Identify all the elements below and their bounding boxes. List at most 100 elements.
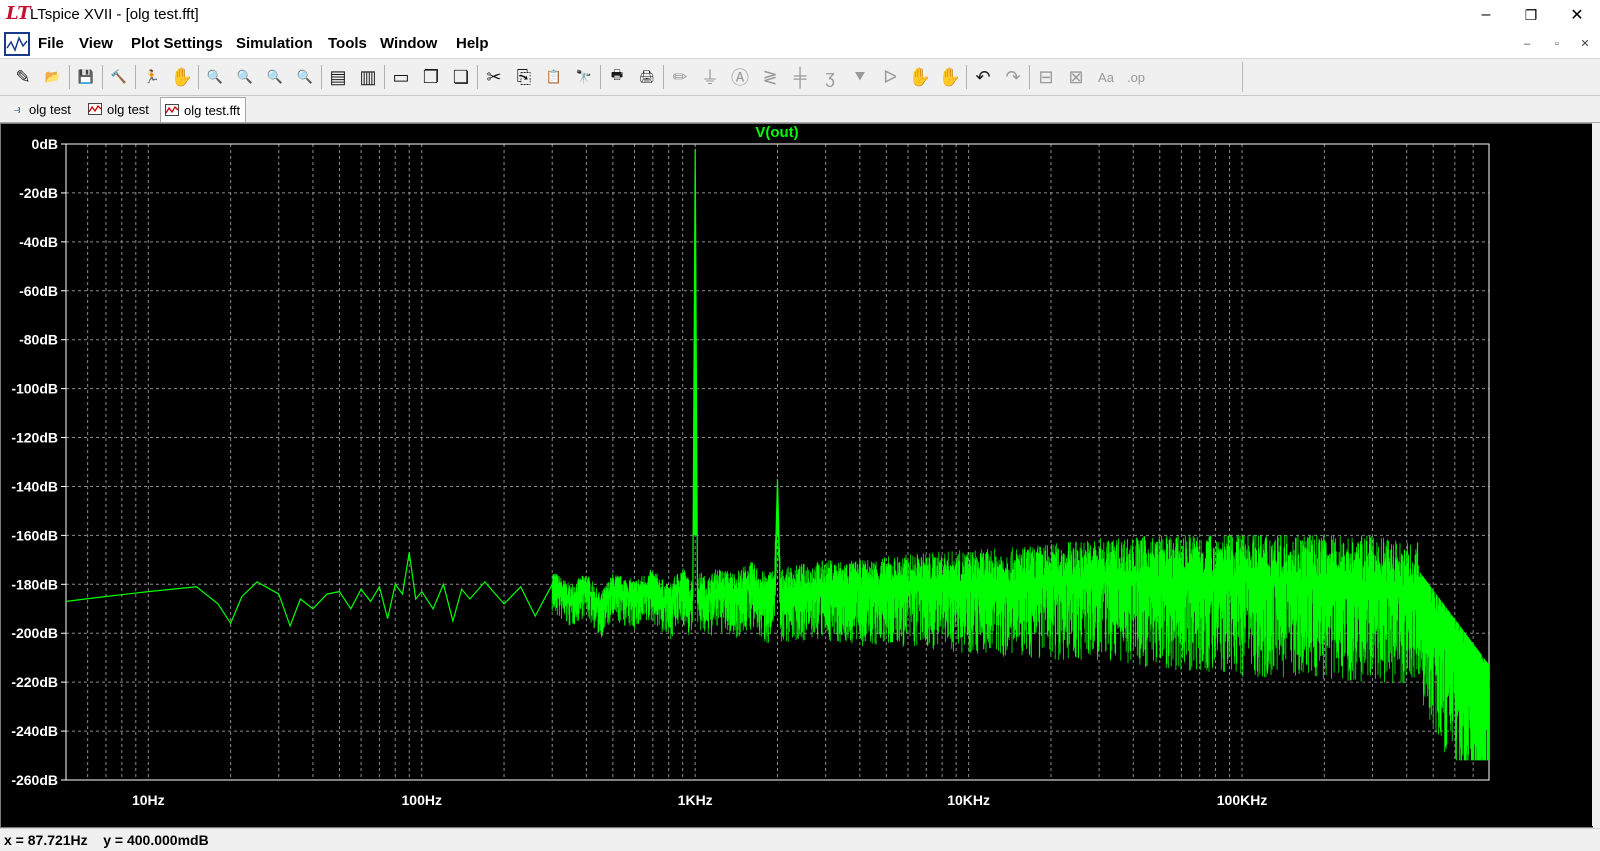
trace-label-vout[interactable]: V(out) <box>755 124 798 141</box>
diode-icon[interactable]: ⯆ <box>847 64 873 90</box>
wire-icon[interactable]: ✏ <box>667 64 693 90</box>
tab-olg-test-schematic[interactable]: ⥽ olg test <box>6 98 80 120</box>
y-tick-label: -220dB <box>11 674 58 690</box>
y-tick-label: -40dB <box>19 234 58 250</box>
toolbar-separator <box>102 65 103 89</box>
menu-plot-settings[interactable]: Plot Settings <box>131 35 223 52</box>
inductor-icon[interactable]: ʒ <box>817 64 843 90</box>
close-button[interactable]: ✕ <box>1554 0 1600 30</box>
toolbar-separator <box>321 65 322 89</box>
fft-plot[interactable]: 0dB -20dB -40dB -60dB -80dB -100dB -120dB -140d… <box>1 124 1593 827</box>
autorange-icon[interactable]: ▤ <box>325 64 351 90</box>
run-icon[interactable]: 🏃 <box>139 64 165 90</box>
menu-bar: File View Plot Settings Simulation Tools… <box>0 30 1600 59</box>
paste-icon[interactable]: 📋 <box>541 64 567 90</box>
zoom-out-icon[interactable]: 🔍 <box>262 64 288 90</box>
tab-label: olg test <box>29 101 71 117</box>
waveform-icon <box>87 101 103 117</box>
y-tick-label: -160dB <box>11 527 58 543</box>
resistor-icon[interactable]: ≷ <box>757 64 783 90</box>
drag-icon[interactable]: ✋ <box>937 64 963 90</box>
menu-simulation[interactable]: Simulation <box>236 35 313 52</box>
toolbar-separator <box>69 65 70 89</box>
x-tick-label: 10Hz <box>132 792 165 808</box>
menu-window[interactable]: Window <box>380 35 437 52</box>
text-icon[interactable]: Aa <box>1093 64 1119 90</box>
window-title: LTspice XVII - [olg test.fft] <box>30 6 199 23</box>
tab-olg-test-fft[interactable]: olg test.fft <box>160 97 246 122</box>
x-tick-label: 10KHz <box>947 792 990 808</box>
restore-button[interactable]: ❐ <box>1508 0 1554 30</box>
toolbar-separator <box>966 65 967 89</box>
mdi-restore-button[interactable]: ▫ <box>1548 36 1566 52</box>
rotate-icon[interactable]: ⊟ <box>1033 64 1059 90</box>
x-tick-label: 1KHz <box>678 792 713 808</box>
y-tick-label: -200dB <box>11 625 58 641</box>
move-icon[interactable]: ✋ <box>907 64 933 90</box>
halt-icon[interactable]: ✋ <box>169 64 195 90</box>
tab-olg-test-waveform[interactable]: olg test <box>84 98 158 120</box>
ground-icon[interactable]: ⏚ <box>697 64 723 90</box>
toolbar-separator <box>663 65 664 89</box>
y-tick-label: 0dB <box>32 136 58 152</box>
undo-icon[interactable]: ↶ <box>970 64 996 90</box>
toolbar-separator <box>477 65 478 89</box>
save-icon[interactable]: 💾 <box>73 64 99 90</box>
y-tick-label: -100dB <box>11 381 58 397</box>
x-tick-label: 100KHz <box>1217 792 1268 808</box>
y-tick-label: -140dB <box>11 478 58 494</box>
component-icon[interactable]: ᐅ <box>877 64 903 90</box>
waveform-document-icon[interactable] <box>4 32 30 56</box>
y-tick-label: -240dB <box>11 723 58 739</box>
toolbar-separator <box>384 65 385 89</box>
status-bar: x = 87.721Hz y = 400.000mdB <box>0 828 1600 851</box>
mdi-minimize-button[interactable]: – <box>1518 36 1536 52</box>
y-tick-label: -260dB <box>11 772 58 788</box>
toolbar-separator <box>135 65 136 89</box>
cursor-readout: x = 87.721Hz y = 400.000mdB <box>4 832 209 848</box>
y-tick-label: -60dB <box>19 283 58 299</box>
y-tick-label: -20dB <box>19 185 58 201</box>
tab-label: olg test <box>107 101 149 117</box>
tab-label: olg test.fft <box>184 102 241 118</box>
menu-help[interactable]: Help <box>456 35 489 52</box>
document-tabs: ⥽ olg test olg test olg test.fft <box>0 96 1600 123</box>
mdi-close-button[interactable]: ✕ <box>1576 36 1594 52</box>
zoom-fit-icon[interactable]: 🔍 <box>292 64 318 90</box>
fft-icon <box>164 102 180 118</box>
control-panel-icon[interactable]: 🔨 <box>106 64 132 90</box>
menu-file[interactable]: File <box>38 35 64 52</box>
tile-horizontal-icon[interactable]: ▭ <box>388 64 414 90</box>
toolbar: ✎ 📂 💾 🔨 🏃 ✋ 🔍 🔍 🔍 🔍 ▤ ▥ ▭ ❐ ❏ ✂ ⎘ 📋 🔭 🖶 🖨 ✏ ⏚ Ⓐ ≷ ╪ ʒ ⯆ ᐅ ✋ ✋ ↶ ↷ ⊟ ⊠ Aa .op <box>0 59 1600 96</box>
minimize-button[interactable]: – <box>1463 0 1509 30</box>
pan-icon[interactable]: 🔍 <box>232 64 258 90</box>
y-tick-label: -180dB <box>11 576 58 592</box>
open-icon[interactable]: 📂 <box>40 64 66 90</box>
find-icon[interactable]: 🔭 <box>571 64 597 90</box>
plot-window[interactable]: 0dB -20dB -40dB -60dB -80dB -100dB -120dB -140d… <box>0 123 1593 828</box>
cascade-icon[interactable]: ❐ <box>418 64 444 90</box>
toolbar-separator <box>198 65 199 89</box>
print-icon[interactable]: 🖶 <box>604 64 630 90</box>
redo-icon[interactable]: ↷ <box>1000 64 1026 90</box>
menu-view[interactable]: View <box>79 35 113 52</box>
window-edge <box>1592 123 1600 826</box>
toolbar-separator <box>600 65 601 89</box>
copy-icon[interactable]: ⎘ <box>511 64 537 90</box>
measure-icon[interactable]: ▥ <box>355 64 381 90</box>
spice-directive-icon[interactable]: .op <box>1123 64 1149 90</box>
new-schematic-icon[interactable]: ✎ <box>10 64 36 90</box>
cut-icon[interactable]: ✂ <box>481 64 507 90</box>
mirror-icon[interactable]: ⊠ <box>1063 64 1089 90</box>
capacitor-icon[interactable]: ╪ <box>787 64 813 90</box>
tile-vertical-icon[interactable]: ❏ <box>448 64 474 90</box>
schematic-icon: ⥽ <box>13 101 21 116</box>
menu-tools[interactable]: Tools <box>328 35 367 52</box>
title-bar: LT LTspice XVII - [olg test.fft] – ❐ ✕ <box>0 0 1600 30</box>
zoom-in-icon[interactable]: 🔍 <box>202 64 228 90</box>
label-net-icon[interactable]: Ⓐ <box>727 64 753 90</box>
toolbar-buttons: ✎ 📂 💾 🔨 🏃 ✋ 🔍 🔍 🔍 🔍 ▤ ▥ ▭ ❐ ❏ ✂ ⎘ 📋 🔭 🖶 🖨 ✏ ⏚ Ⓐ ≷ ╪ ʒ ⯆ ᐅ ✋ ✋ ↶ ↷ ⊟ ⊠ Aa .op <box>4 62 1243 92</box>
y-tick-label: -120dB <box>11 430 58 446</box>
ltspice-logo-icon: LT <box>6 3 31 24</box>
print-preview-icon[interactable]: 🖨 <box>634 64 660 90</box>
